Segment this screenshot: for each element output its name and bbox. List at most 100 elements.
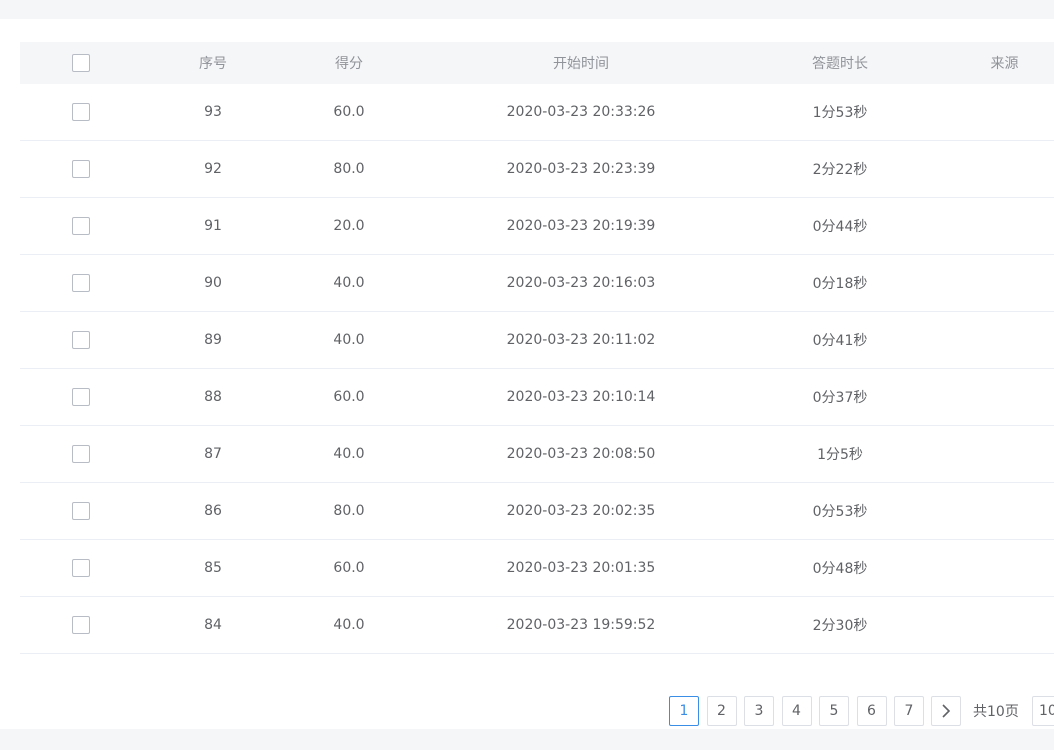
cell-seq: 92 [204, 161, 222, 177]
page-size-select[interactable]: 10 [1032, 696, 1054, 726]
cell-start-time: 2020-03-23 20:19:39 [506, 218, 656, 234]
cell-duration: 2分22秒 [812, 162, 868, 178]
cell-start-time: 2020-03-23 20:23:39 [506, 161, 656, 177]
cell-score: 40.0 [333, 617, 365, 633]
cell-score: 40.0 [333, 332, 365, 348]
cell-score: 60.0 [333, 389, 365, 405]
page-button[interactable]: 7 [894, 696, 924, 726]
cell-duration: 1分53秒 [812, 105, 868, 121]
pagination: 1234567 共10页 10 [0, 696, 1054, 726]
row-checkbox-cell [20, 540, 142, 596]
cell-duration: 1分5秒 [817, 447, 863, 463]
chevron-right-icon [942, 704, 951, 718]
cell-start-time: 2020-03-23 20:08:50 [506, 446, 656, 462]
row-checkbox-cell [20, 84, 142, 140]
cell-score: 80.0 [333, 503, 365, 519]
select-all-checkbox[interactable] [72, 54, 90, 72]
cell-start-time: 2020-03-23 20:33:26 [506, 104, 656, 120]
row-checkbox-cell [20, 255, 142, 311]
cell-start-time: 2020-03-23 20:11:02 [506, 332, 656, 348]
row-checkbox-cell [20, 597, 142, 653]
cell-source [932, 255, 1054, 311]
row-checkbox-cell [20, 426, 142, 482]
page-button[interactable]: 5 [819, 696, 849, 726]
cell-source [932, 426, 1054, 482]
next-page-button[interactable] [931, 696, 961, 726]
cell-score: 20.0 [333, 218, 365, 234]
cell-source [932, 369, 1054, 425]
cell-source [932, 540, 1054, 596]
header-score: 得分 [335, 56, 363, 72]
cell-score: 80.0 [333, 161, 365, 177]
header-start-time: 开始时间 [553, 56, 609, 72]
cell-duration: 0分41秒 [812, 333, 868, 349]
cell-seq: 89 [204, 332, 222, 348]
row-checkbox-cell [20, 198, 142, 254]
row-checkbox[interactable] [72, 331, 90, 349]
row-checkbox-cell [20, 141, 142, 197]
cell-start-time: 2020-03-23 20:10:14 [506, 389, 656, 405]
table-body: 93 60.0 2020-03-23 20:33:26 1分53秒 92 80.0 2020… [20, 84, 1054, 654]
cell-seq: 84 [204, 617, 222, 633]
table-row: 90 40.0 2020-03-23 20:16:03 0分18秒 [20, 255, 1054, 312]
records-card: 序号 得分 开始时间 答题时长 来源 93 60.0 2020-03-23 20:3… [0, 19, 1054, 729]
row-checkbox[interactable] [72, 217, 90, 235]
cell-seq: 88 [204, 389, 222, 405]
table-row: 92 80.0 2020-03-23 20:23:39 2分22秒 [20, 141, 1054, 198]
row-checkbox-cell [20, 483, 142, 539]
row-checkbox[interactable] [72, 559, 90, 577]
row-checkbox[interactable] [72, 502, 90, 520]
cell-duration: 0分53秒 [812, 504, 868, 520]
header-checkbox-cell [20, 42, 142, 84]
table-row: 89 40.0 2020-03-23 20:11:02 0分41秒 [20, 312, 1054, 369]
cell-seq: 93 [204, 104, 222, 120]
header-duration: 答题时长 [812, 56, 868, 72]
table-row: 93 60.0 2020-03-23 20:33:26 1分53秒 [20, 84, 1054, 141]
cell-score: 60.0 [333, 104, 365, 120]
cell-start-time: 2020-03-23 20:16:03 [506, 275, 656, 291]
cell-duration: 2分30秒 [812, 618, 868, 634]
row-checkbox[interactable] [72, 103, 90, 121]
cell-duration: 0分48秒 [812, 561, 868, 577]
cell-duration: 0分18秒 [812, 276, 868, 292]
cell-source [932, 84, 1054, 140]
table-row: 91 20.0 2020-03-23 20:19:39 0分44秒 [20, 198, 1054, 255]
cell-start-time: 2020-03-23 20:01:35 [506, 560, 656, 576]
page-button[interactable]: 4 [781, 696, 812, 726]
row-checkbox[interactable] [72, 274, 90, 292]
cell-source [932, 483, 1054, 539]
row-checkbox[interactable] [72, 616, 90, 634]
cell-seq: 86 [204, 503, 222, 519]
page-button[interactable]: 2 [706, 696, 737, 726]
header-source: 来源 [990, 56, 1019, 72]
cell-source [932, 597, 1054, 653]
table-row: 86 80.0 2020-03-23 20:02:35 0分53秒 [20, 483, 1054, 540]
row-checkbox[interactable] [72, 160, 90, 178]
total-pages-label: 共10页 [973, 704, 1019, 720]
row-checkbox-cell [20, 312, 142, 368]
table-row: 85 60.0 2020-03-23 20:01:35 0分48秒 [20, 540, 1054, 597]
table-row: 87 40.0 2020-03-23 20:08:50 1分5秒 [20, 426, 1054, 483]
records-table: 序号 得分 开始时间 答题时长 来源 93 60.0 2020-03-23 20:3… [20, 42, 1054, 654]
header-seq: 序号 [199, 56, 227, 72]
page-button[interactable]: 6 [856, 696, 887, 726]
cell-duration: 0分44秒 [812, 219, 868, 235]
table-header: 序号 得分 开始时间 答题时长 来源 [20, 42, 1054, 84]
page-size-value: 10 [1039, 703, 1054, 719]
table-row: 88 60.0 2020-03-23 20:10:14 0分37秒 [20, 369, 1054, 426]
page-button[interactable]: 1 [669, 696, 699, 726]
cell-source [932, 312, 1054, 368]
cell-seq: 90 [204, 275, 222, 291]
row-checkbox[interactable] [72, 388, 90, 406]
cell-score: 40.0 [333, 446, 365, 462]
cell-seq: 87 [204, 446, 222, 462]
cell-seq: 85 [204, 560, 222, 576]
cell-score: 40.0 [333, 275, 365, 291]
table-row: 84 40.0 2020-03-23 19:59:52 2分30秒 [20, 597, 1054, 654]
cell-source [932, 198, 1054, 254]
cell-score: 60.0 [333, 560, 365, 576]
row-checkbox[interactable] [72, 445, 90, 463]
cell-seq: 91 [204, 218, 222, 234]
page-button[interactable]: 3 [744, 696, 774, 726]
cell-duration: 0分37秒 [812, 390, 868, 406]
